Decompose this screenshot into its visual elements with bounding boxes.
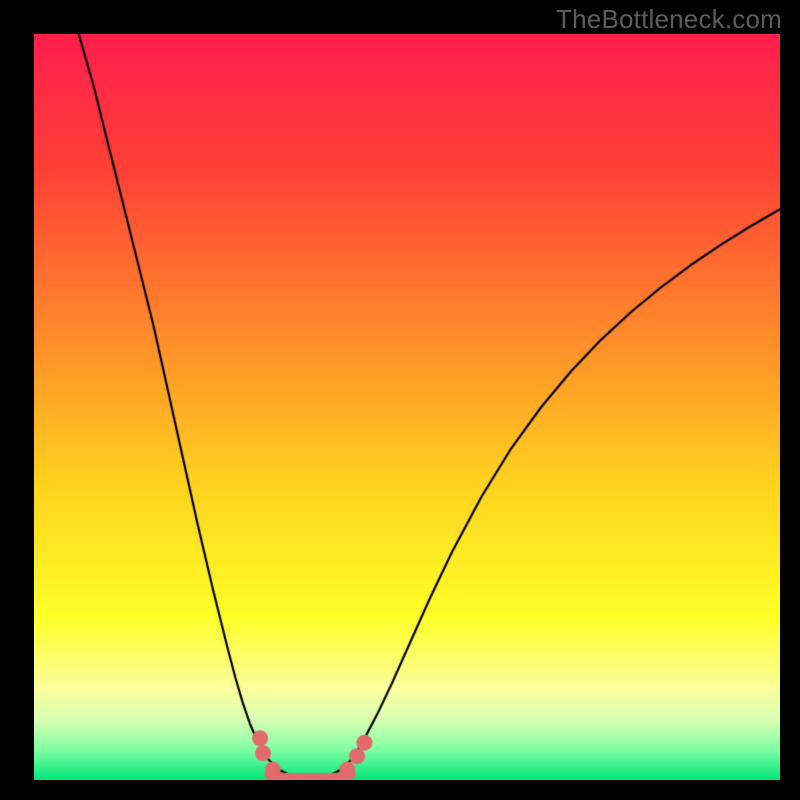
frame-right <box>780 0 800 800</box>
frame-bottom <box>0 780 800 800</box>
bottleneck-curve-chart <box>34 34 780 780</box>
frame-left <box>0 0 34 800</box>
watermark-text: TheBottleneck.com <box>556 4 782 35</box>
